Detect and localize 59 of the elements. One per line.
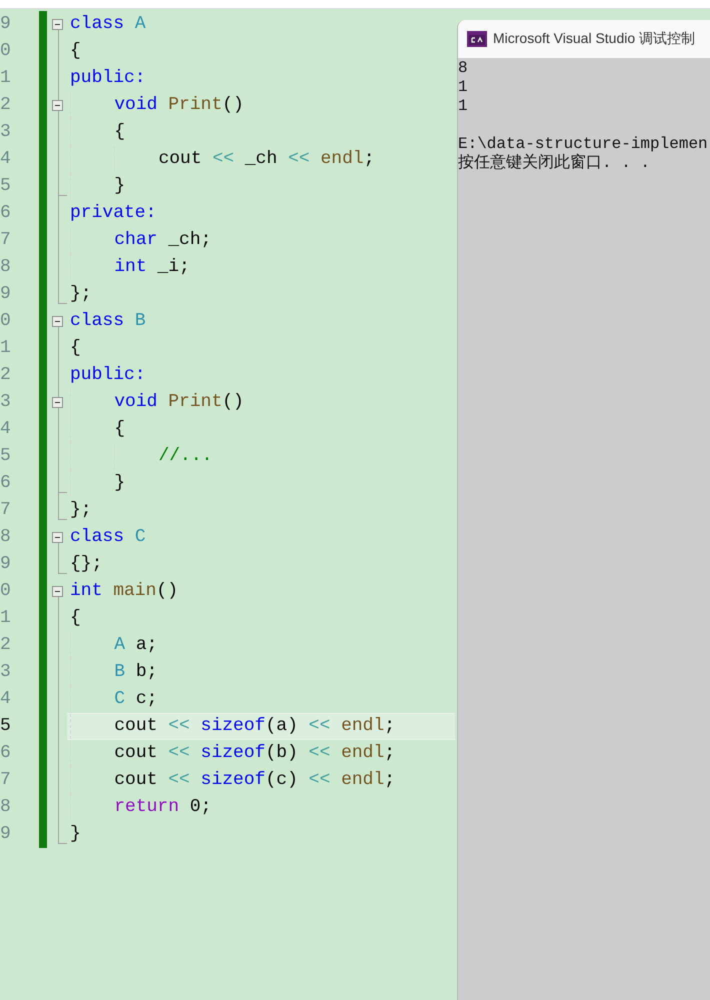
console-line: 1 bbox=[458, 97, 469, 116]
line-number: 9 bbox=[0, 823, 12, 846]
line-number: 2 bbox=[0, 94, 12, 117]
line-number: 6 bbox=[0, 202, 12, 225]
code-line: { bbox=[70, 608, 81, 628]
line-number: 3 bbox=[0, 391, 12, 414]
line-number: 0 bbox=[0, 40, 12, 63]
code-line: public: bbox=[70, 68, 146, 88]
console-line: E:\data-structure-implemen bbox=[458, 135, 709, 154]
code-line: {}; bbox=[70, 554, 102, 574]
line-number: 0 bbox=[0, 310, 12, 333]
line-number: 5 bbox=[0, 175, 12, 198]
collapse-icon[interactable] bbox=[52, 532, 63, 543]
console-line: 按任意键关闭此窗口. . . bbox=[458, 154, 652, 173]
line-number: 8 bbox=[0, 796, 12, 819]
line-number: 1 bbox=[0, 337, 12, 360]
window-title: Microsoft Visual Studio 调试控制 bbox=[493, 30, 696, 48]
line-number: 0 bbox=[0, 580, 12, 603]
code-line: int main() bbox=[70, 581, 178, 601]
code-line: { bbox=[70, 41, 81, 61]
code-line: class A bbox=[70, 14, 146, 34]
code-line: public: bbox=[70, 365, 146, 385]
line-number: 9 bbox=[0, 283, 12, 306]
console-line: 1 bbox=[458, 78, 469, 97]
line-number: 1 bbox=[0, 607, 12, 630]
line-number: 5 bbox=[0, 715, 12, 738]
collapse-icon[interactable] bbox=[52, 586, 63, 597]
line-number: 1 bbox=[0, 67, 12, 90]
line-number: 2 bbox=[0, 634, 12, 657]
line-number: 3 bbox=[0, 121, 12, 144]
line-number: 3 bbox=[0, 661, 12, 684]
line-number: 6 bbox=[0, 742, 12, 765]
code-line: class C bbox=[70, 527, 146, 547]
code-line: } bbox=[70, 824, 81, 844]
code-line: class B bbox=[70, 311, 146, 331]
line-number: 2 bbox=[0, 364, 12, 387]
line-number: 9 bbox=[0, 13, 12, 36]
line-number: 9 bbox=[0, 553, 12, 576]
line-number: 7 bbox=[0, 769, 12, 792]
code-line: private: bbox=[70, 203, 156, 223]
line-number: 7 bbox=[0, 229, 12, 252]
collapse-icon[interactable] bbox=[52, 397, 63, 408]
line-number: 4 bbox=[0, 688, 12, 711]
collapse-icon[interactable] bbox=[52, 100, 63, 111]
code-line: }; bbox=[70, 500, 92, 520]
console-app-icon bbox=[467, 31, 487, 47]
line-number: 5 bbox=[0, 445, 12, 468]
line-number: 4 bbox=[0, 148, 12, 171]
code-line: { bbox=[70, 338, 81, 358]
console-line: 8 bbox=[458, 59, 469, 78]
code-line: }; bbox=[70, 284, 92, 304]
line-number: 4 bbox=[0, 418, 12, 441]
line-number: 8 bbox=[0, 526, 12, 549]
line-number: 8 bbox=[0, 256, 12, 279]
collapse-icon[interactable] bbox=[52, 19, 63, 30]
collapse-icon[interactable] bbox=[52, 316, 63, 327]
line-number: 7 bbox=[0, 499, 12, 522]
code-line: cout << sizeof(a) << endl; bbox=[70, 716, 396, 736]
line-number: 6 bbox=[0, 472, 12, 495]
